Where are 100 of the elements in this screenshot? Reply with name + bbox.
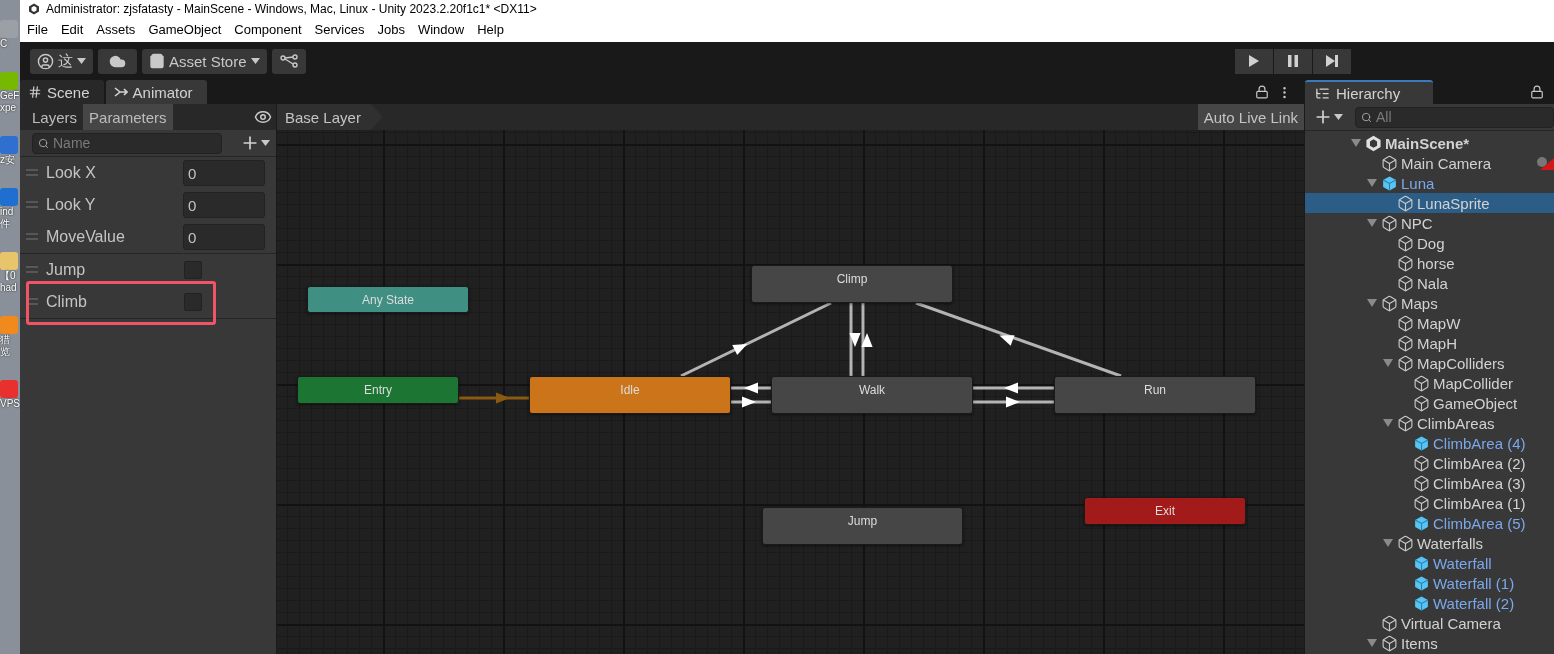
panel-tab[interactable]: Scene: [20, 80, 104, 104]
search-field[interactable]: All: [1355, 106, 1554, 128]
search-field[interactable]: Name: [32, 132, 222, 154]
lock-icon[interactable]: [1255, 85, 1269, 99]
menu-item[interactable]: Services: [314, 22, 365, 37]
transition-arrow[interactable]: [973, 382, 1054, 394]
panel-tab[interactable]: Parameters: [83, 104, 173, 130]
state-node[interactable]: Exit: [1084, 497, 1246, 525]
account-button[interactable]: 这: [30, 48, 93, 74]
object-name: Maps: [1401, 294, 1438, 312]
object-name: ClimbArea (4): [1433, 434, 1526, 452]
eye-icon[interactable]: [254, 108, 272, 126]
search-icon: [38, 137, 49, 149]
lock-icon[interactable]: [1530, 85, 1544, 99]
expand-arrow-icon[interactable]: [1366, 218, 1378, 228]
expand-arrow-icon[interactable]: [1366, 178, 1378, 188]
object-name: Main Camera: [1401, 154, 1492, 172]
menu-item[interactable]: Component: [234, 22, 302, 37]
transition-arrow[interactable]: [680, 301, 832, 378]
drag-handle-icon[interactable]: [26, 298, 38, 306]
menu-item[interactable]: Jobs: [377, 22, 405, 37]
caret-icon: [250, 58, 260, 64]
object-name: Waterfall (1): [1433, 574, 1515, 592]
object-name: ClimbArea (1): [1433, 494, 1526, 512]
search-icon: [1361, 111, 1372, 123]
object-name: horse: [1417, 254, 1455, 272]
parameter-name: Look Y: [46, 196, 97, 214]
graph-canvas[interactable]: Any State Entry Idle Walk Run Climp Jump Exit: [277, 130, 1304, 654]
version-control-button[interactable]: [271, 48, 306, 74]
pause-button[interactable]: [1274, 48, 1312, 74]
menu-item[interactable]: Window: [417, 22, 465, 37]
cloud-button[interactable]: [98, 48, 137, 74]
object-name: LunaSprite: [1417, 194, 1490, 212]
state-node[interactable]: Entry: [297, 376, 459, 404]
transition-arrow[interactable]: [973, 396, 1054, 408]
app-logo-icon: [1365, 134, 1382, 152]
window-title: Administrator: zjsfatasty - MainScene - Windows, Mac, Linux - Unity 2023.2.20f1c1* <DX11>: [46, 1, 537, 16]
pause-icon: [1287, 54, 1299, 68]
hierarchy-item[interactable]: LunaSprite: [1305, 193, 1554, 213]
object-name: ClimbArea (2): [1433, 454, 1526, 472]
state-node[interactable]: Climp: [751, 265, 953, 303]
parameter-name: Jump: [46, 261, 87, 279]
panel-tab[interactable]: Hierarchy: [1305, 80, 1433, 104]
value-field[interactable]: 0: [183, 224, 265, 250]
caret-icon: [261, 140, 270, 146]
object-name: Nala: [1417, 274, 1448, 292]
play-button[interactable]: [1235, 48, 1273, 74]
transition-arrow[interactable]: [915, 301, 1122, 378]
drag-handle-icon[interactable]: [26, 201, 38, 209]
step-button[interactable]: [1313, 48, 1351, 74]
panel-tab[interactable]: Animator: [105, 80, 207, 104]
desktop-shortcut-label: xpe: [0, 102, 17, 114]
object-name: MapH: [1417, 334, 1457, 352]
expand-arrow-icon[interactable]: [1382, 358, 1394, 368]
menu-item[interactable]: GameObject: [148, 22, 222, 37]
value-field[interactable]: 0: [183, 160, 265, 186]
object-name: Waterfall: [1433, 554, 1492, 572]
asset-store-button[interactable]: Asset Store: [142, 48, 267, 74]
menu-item[interactable]: Edit: [60, 22, 84, 37]
desktop-shortcut-label: VPS: [0, 398, 20, 410]
menu-item[interactable]: Assets: [96, 22, 136, 37]
parameter-name: MoveValue: [46, 228, 126, 246]
transition-arrow[interactable]: [861, 303, 873, 376]
object-name: MapCollider: [1433, 374, 1514, 392]
transition-arrow[interactable]: [849, 303, 861, 376]
object-name: GameObject: [1433, 394, 1518, 412]
auto-live-link-button[interactable]: Auto Live Link: [1197, 104, 1304, 130]
value-field[interactable]: 0: [183, 192, 265, 218]
object-name: Luna: [1401, 174, 1435, 192]
menu-item[interactable]: File: [27, 22, 48, 37]
desktop-shortcut-label: 览: [0, 346, 10, 358]
panel-tab[interactable]: Layers: [26, 104, 84, 130]
drag-handle-icon[interactable]: [26, 266, 38, 274]
caret-icon: [77, 58, 86, 64]
desktop-shortcut-label: C: [0, 38, 8, 50]
expand-arrow-icon[interactable]: [1366, 298, 1378, 308]
breadcrumb[interactable]: Base Layer: [277, 104, 383, 130]
state-node[interactable]: Walk: [771, 376, 973, 414]
state-node[interactable]: Jump: [762, 507, 963, 545]
expand-arrow-icon[interactable]: [1366, 638, 1378, 648]
transition-arrow[interactable]: [731, 382, 771, 394]
desktop-shortcut-label: z安: [0, 154, 15, 166]
object-name: ClimbArea (3): [1433, 474, 1526, 492]
expand-arrow-icon[interactable]: [1382, 418, 1394, 428]
desktop-shortcut-label: 猎: [0, 334, 10, 346]
desktop-shortcut-label: 件: [0, 218, 10, 230]
transition-arrow[interactable]: [731, 396, 771, 408]
object-name: MapColliders: [1417, 354, 1505, 372]
menu-item[interactable]: Help: [477, 22, 504, 37]
object-name: Virtual Camera: [1401, 614, 1501, 632]
drag-handle-icon[interactable]: [26, 233, 38, 241]
drag-handle-icon[interactable]: [26, 169, 38, 177]
state-node[interactable]: Run: [1054, 376, 1256, 414]
step-icon: [1325, 54, 1339, 68]
caret-icon: [1334, 114, 1343, 120]
expand-arrow-icon[interactable]: [1350, 138, 1362, 148]
object-name: ClimbArea (5): [1433, 514, 1526, 532]
grid-icon: [28, 85, 42, 99]
scene-name: MainScene*: [1385, 134, 1470, 152]
expand-arrow-icon[interactable]: [1382, 538, 1394, 548]
